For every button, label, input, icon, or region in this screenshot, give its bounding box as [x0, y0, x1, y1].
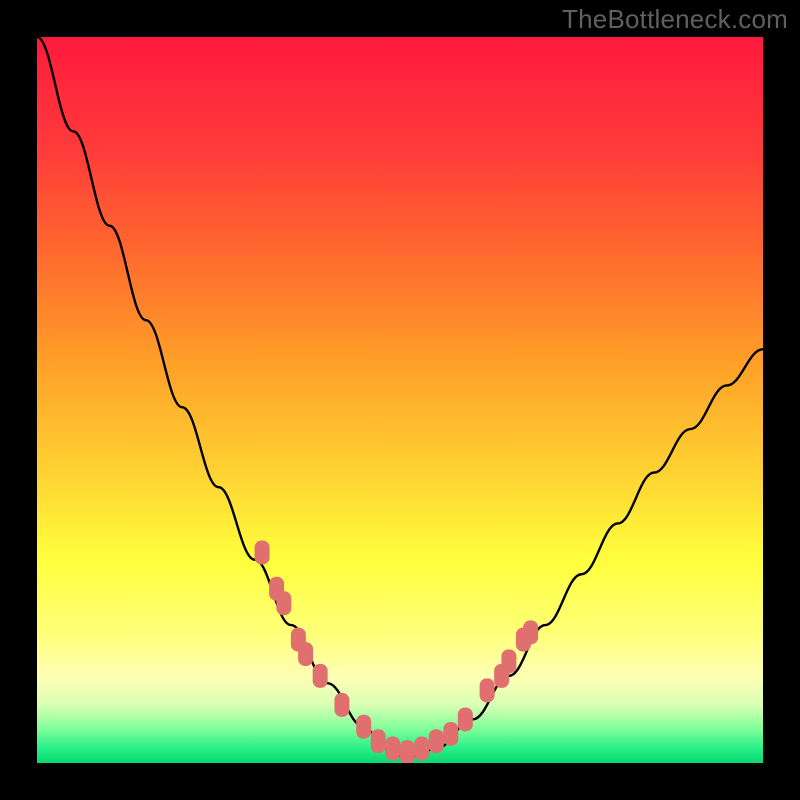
bottleneck-chart: [37, 37, 763, 763]
sample-marker: [501, 649, 516, 673]
sample-marker: [443, 722, 458, 746]
sample-marker: [458, 707, 473, 731]
sample-marker: [298, 642, 313, 666]
sample-marker: [385, 736, 400, 760]
sample-marker: [523, 620, 538, 644]
sample-marker: [334, 693, 349, 717]
sample-marker: [313, 664, 328, 688]
attribution-text: TheBottleneck.com: [562, 4, 788, 35]
sample-marker: [414, 736, 429, 760]
chart-frame: TheBottleneck.com: [0, 0, 800, 800]
sample-marker: [371, 729, 386, 753]
gradient-background: [37, 37, 763, 763]
sample-marker: [255, 540, 270, 564]
sample-marker: [356, 715, 371, 739]
sample-marker: [400, 740, 415, 763]
sample-marker: [429, 729, 444, 753]
sample-marker: [480, 678, 495, 702]
sample-marker: [276, 591, 291, 615]
